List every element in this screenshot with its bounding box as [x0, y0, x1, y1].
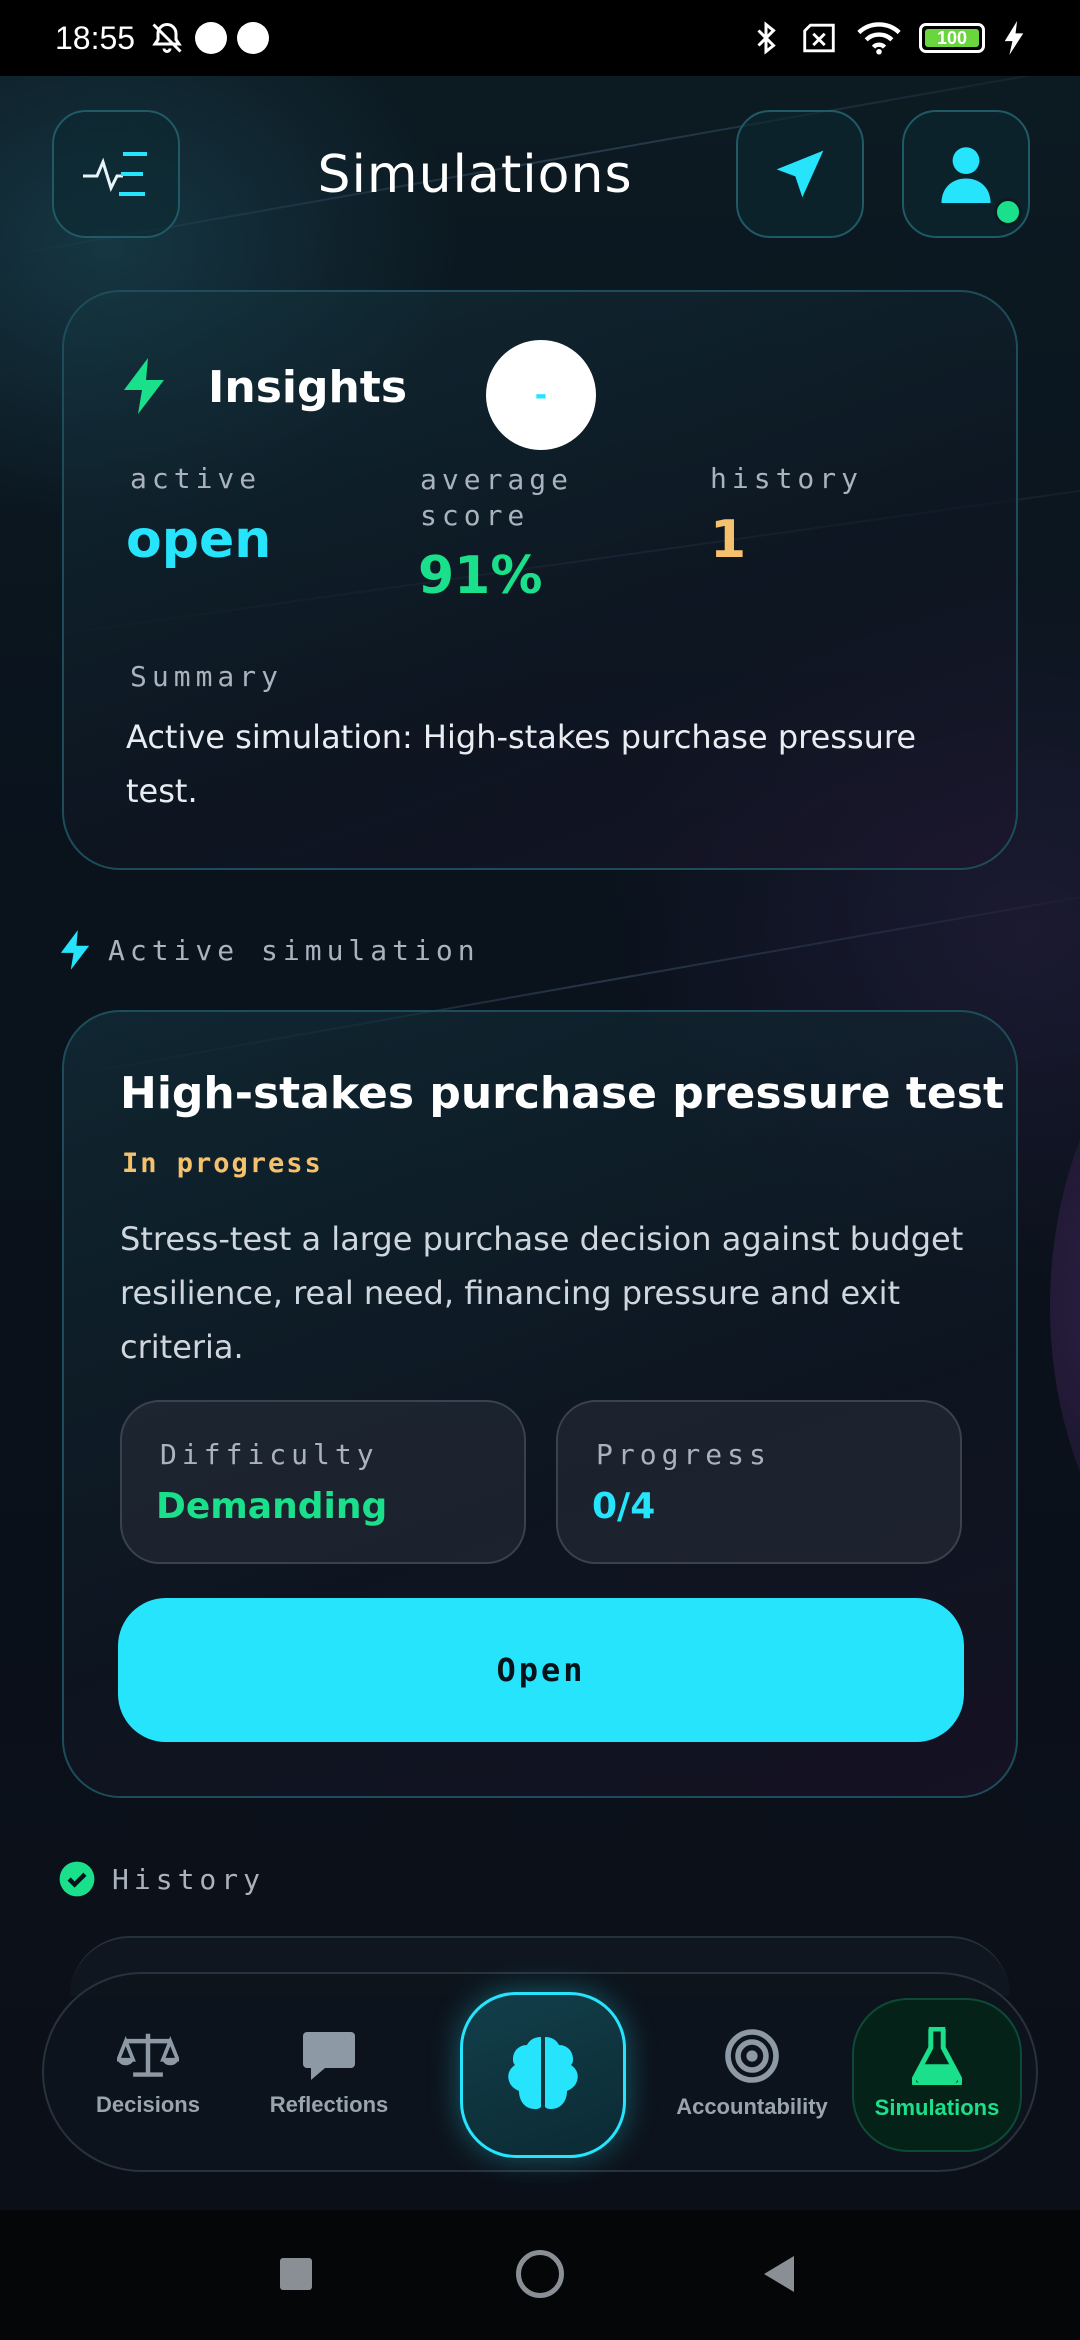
nav-decisions[interactable]: Decisions — [64, 1974, 232, 2174]
difficulty-value: Demanding — [156, 1486, 388, 1527]
logo-button[interactable] — [52, 110, 180, 238]
user-icon — [941, 147, 991, 203]
open-simulation-button[interactable]: Open — [118, 1598, 964, 1742]
summary-text: Active simulation: High-stakes purchase … — [126, 718, 917, 810]
active-simulation-header: Active simulation — [58, 930, 480, 970]
system-navigation-bar — [0, 2210, 1080, 2340]
app-logo-icon — [83, 152, 147, 196]
nav-label-reflections: Reflections — [269, 2092, 389, 2117]
app-notification-icon — [237, 22, 270, 54]
online-status-dot — [994, 198, 1022, 226]
summary-label: Summary — [130, 660, 284, 693]
recent-apps-icon[interactable] — [280, 2258, 312, 2290]
send-icon — [776, 150, 824, 198]
nav-simulations[interactable]: Simulations — [852, 1974, 1022, 2174]
difficulty-chip: Difficulty Demanding — [120, 1400, 526, 1564]
section-label-history: History — [112, 1862, 266, 1896]
wifi-icon — [857, 22, 901, 55]
lightning-icon — [60, 930, 90, 970]
nav-accountability[interactable]: Accountability — [662, 1974, 842, 2174]
nav-label-simulations: Simulations — [874, 2095, 1000, 2120]
target-icon — [725, 2029, 779, 2083]
bell-muted-icon — [152, 22, 182, 53]
home-icon[interactable] — [516, 2250, 564, 2298]
status-time: 18:55 — [55, 19, 136, 56]
lightning-icon — [124, 358, 164, 414]
stat-label-active: active — [130, 462, 262, 495]
status-notification-icons — [149, 20, 270, 56]
nav-label-accountability: Accountability — [676, 2094, 828, 2119]
simulation-status: In progress — [122, 1148, 323, 1179]
bottom-navigation: Decisions Reflections Accountability Sim… — [42, 1972, 1038, 2172]
sim-off-icon — [803, 23, 835, 53]
difficulty-label: Difficulty — [160, 1438, 379, 1471]
background-orb — [1050, 956, 1080, 1656]
stat-value-average-score: 91% — [418, 546, 543, 606]
check-circle-icon — [59, 1861, 95, 1897]
scale-icon — [117, 2033, 179, 2077]
nav-label-decisions: Decisions — [96, 2092, 200, 2117]
status-system-icons: 100 — [751, 20, 1025, 56]
insights-avatar[interactable]: - — [486, 340, 596, 450]
brain-icon — [508, 2037, 578, 2109]
section-label-active-simulation: Active simulation — [108, 933, 480, 967]
profile-button[interactable] — [902, 110, 1030, 238]
send-button[interactable] — [736, 110, 864, 238]
stat-label-average-score: average score — [420, 463, 574, 532]
back-icon[interactable] — [760, 2254, 796, 2294]
stat-label-history: history — [710, 462, 864, 495]
battery-indicator: 100 — [919, 23, 985, 53]
chat-bubble-icon — [303, 2032, 355, 2080]
nav-reflections[interactable]: Reflections — [240, 1974, 418, 2174]
insights-card: Insights - active open average score 91%… — [62, 290, 1018, 870]
flask-icon — [912, 2027, 962, 2085]
simulation-description: Stress-test a large purchase decision ag… — [120, 1220, 964, 1366]
simulation-title: High-stakes purchase pressure test — [120, 1068, 1004, 1119]
progress-chip: Progress 0/4 — [556, 1400, 962, 1564]
stat-value-active: open — [126, 510, 272, 570]
status-bar: 18:55 100 — [0, 0, 1080, 76]
stat-value-history: 1 — [710, 510, 747, 570]
history-header: History — [58, 1860, 265, 1898]
progress-label: Progress — [596, 1438, 771, 1471]
page-title: Simulations — [317, 145, 633, 205]
progress-value: 0/4 — [592, 1486, 656, 1527]
nav-center-button[interactable] — [460, 1992, 626, 2158]
bluetooth-icon — [757, 21, 776, 55]
app-notification-icon — [195, 22, 228, 54]
insights-title: Insights — [208, 362, 408, 413]
charging-icon — [1004, 21, 1024, 55]
battery-level: 100 — [936, 27, 968, 48]
